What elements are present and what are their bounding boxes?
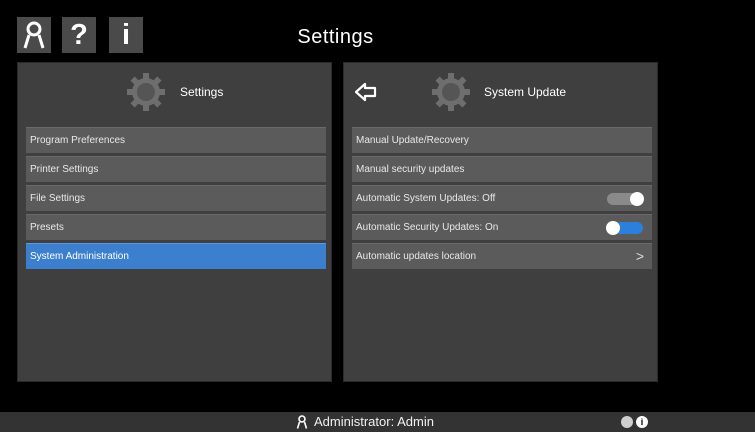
menu-item-program-preferences[interactable]: Program Preferences <box>26 127 326 153</box>
status-bar: Administrator: Admin i <box>0 412 755 432</box>
settings-panel-title: Settings <box>180 85 224 99</box>
menu-item-automatic-updates-location[interactable]: Automatic updates location > <box>352 243 652 269</box>
menu-item-label: Printer Settings <box>30 164 99 175</box>
automatic-security-updates-toggle[interactable] <box>606 221 643 235</box>
top-toolbar: ? i Settings <box>0 0 755 62</box>
system-update-panel-header: System Update <box>344 63 657 121</box>
settings-menu-list: Program Preferences Printer Settings Fil… <box>26 127 326 272</box>
toggle-knob <box>606 221 620 235</box>
menu-item-label: File Settings <box>30 193 86 204</box>
gear-icon <box>432 73 470 111</box>
menu-item-automatic-system-updates[interactable]: Automatic System Updates: Off <box>352 185 652 211</box>
menu-item-manual-security-updates[interactable]: Manual security updates <box>352 156 652 182</box>
gear-icon <box>127 73 165 111</box>
menu-item-printer-settings[interactable]: Printer Settings <box>26 156 326 182</box>
current-user: Administrator: Admin <box>296 414 434 429</box>
menu-item-label: Automatic Security Updates: On <box>356 222 499 233</box>
back-arrow-icon[interactable] <box>354 81 378 103</box>
menu-item-system-administration[interactable]: System Administration <box>26 243 326 269</box>
info-icon[interactable]: i <box>636 416 648 428</box>
status-indicator-icon <box>621 416 633 428</box>
menu-item-label: Presets <box>30 222 64 233</box>
page-title: Settings <box>297 26 374 48</box>
current-user-label: Administrator: Admin <box>314 414 434 429</box>
menu-item-label: Manual security updates <box>356 164 465 175</box>
system-update-panel-title: System Update <box>484 85 567 99</box>
menu-item-automatic-security-updates[interactable]: Automatic Security Updates: On <box>352 214 652 240</box>
chevron-right-icon: > <box>635 248 644 264</box>
menu-item-label: System Administration <box>30 251 129 262</box>
automatic-system-updates-toggle[interactable] <box>607 192 644 206</box>
user-icon <box>296 414 308 429</box>
system-update-panel: System Update Manual Update/Recovery Man… <box>343 62 658 382</box>
menu-item-presets[interactable]: Presets <box>26 214 326 240</box>
menu-item-label: Automatic updates location <box>356 251 477 262</box>
menu-item-label: Manual Update/Recovery <box>356 135 469 146</box>
menu-item-label: Automatic System Updates: Off <box>356 193 496 204</box>
menu-item-file-settings[interactable]: File Settings <box>26 185 326 211</box>
settings-panel: Settings Program Preferences Printer Set… <box>17 62 332 382</box>
toggle-knob <box>630 192 644 206</box>
settings-panel-header: Settings <box>18 63 331 121</box>
menu-item-manual-update-recovery[interactable]: Manual Update/Recovery <box>352 127 652 153</box>
system-update-list: Manual Update/Recovery Manual security u… <box>352 127 652 272</box>
menu-item-label: Program Preferences <box>30 135 126 146</box>
